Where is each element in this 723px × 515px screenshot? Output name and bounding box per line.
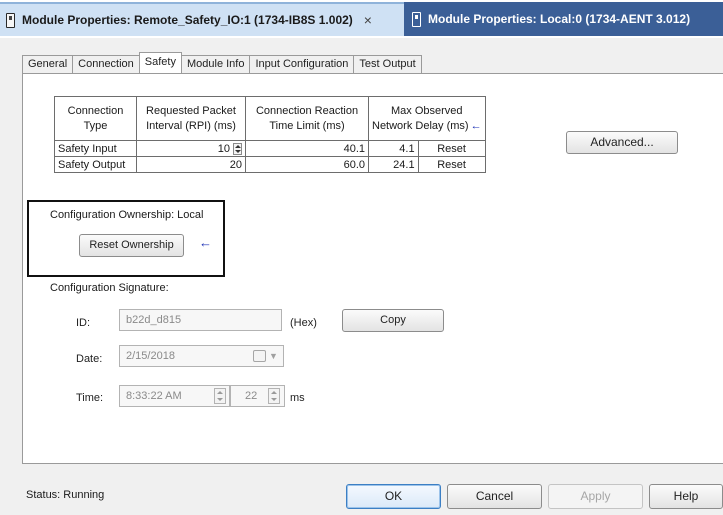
arrow-left-icon: ← (199, 235, 212, 250)
arrow-left-icon: ← (470, 119, 482, 132)
reset-delay-button[interactable]: Reset (417, 156, 486, 173)
row-delay: 24.1 (368, 156, 419, 173)
reset-delay-button[interactable]: Reset (417, 140, 486, 157)
document-tab-strip: Module Properties: Remote_Safety_IO:1 (1… (0, 0, 723, 38)
id-label: ID: (76, 317, 91, 329)
tab-general[interactable]: General (22, 55, 74, 73)
tab-test-output[interactable]: Test Output (353, 55, 422, 73)
configuration-ownership-label: Configuration Ownership: Local (50, 209, 204, 221)
header-max-observed-delay: Max Observed Network Delay (ms) ← (368, 96, 486, 141)
tab-connection[interactable]: Connection (72, 55, 140, 73)
table-row: Safety Output 20 60.0 24.1 Reset (54, 156, 486, 173)
row-crt: 40.1 (245, 140, 369, 157)
header-connection-type: Connection Type (54, 96, 137, 141)
chevron-down-icon: ▼ (269, 351, 278, 361)
spinner-icon (268, 388, 280, 404)
row-type: Safety Output (54, 156, 137, 173)
row-delay: 4.1 (368, 140, 419, 157)
tab-safety[interactable]: Safety (138, 52, 182, 73)
tab-input-configuration[interactable]: Input Configuration (249, 55, 355, 73)
row-crt: 60.0 (245, 156, 369, 173)
ms-label: ms (290, 392, 305, 404)
row-type: Safety Input (54, 140, 137, 157)
copy-button[interactable]: Copy (342, 309, 444, 332)
header-rpi: Requested Packet Interval (RPI) (ms) (136, 96, 246, 141)
rpi-input-cell[interactable]: 10 (136, 140, 246, 157)
ok-button[interactable]: OK (346, 484, 441, 509)
doc-tab-remote-safety-io[interactable]: Module Properties: Remote_Safety_IO:1 (1… (0, 2, 404, 36)
doc-tab-title: Module Properties: Remote_Safety_IO:1 (1… (22, 13, 353, 27)
header-connection-reaction-time: Connection Reaction Time Limit (ms) (245, 96, 369, 141)
status-text: Status: Running (26, 489, 105, 501)
property-tabs: General Connection Safety Module Info In… (22, 52, 422, 73)
table-header-row: Connection Type Requested Packet Interval … (54, 96, 486, 141)
spinner-icon[interactable] (233, 142, 242, 155)
signature-id-field: b22d_d815 (119, 309, 282, 331)
close-icon[interactable]: × (364, 12, 372, 28)
table-row: Safety Input 10 40.1 4.1 Reset (54, 140, 486, 157)
module-icon (6, 12, 15, 28)
calendar-icon (253, 350, 266, 362)
row-rpi: 20 (136, 156, 246, 173)
cancel-button[interactable]: Cancel (447, 484, 542, 509)
rpi-value: 10 (217, 142, 230, 155)
configuration-signature-label: Configuration Signature: (50, 282, 169, 294)
safety-connection-table: Connection Type Requested Packet Interval … (54, 96, 486, 173)
tab-module-info[interactable]: Module Info (180, 55, 251, 73)
apply-button[interactable]: Apply (548, 484, 643, 509)
reset-ownership-button[interactable]: Reset Ownership (79, 234, 184, 257)
advanced-button[interactable]: Advanced... (566, 131, 678, 154)
time-label: Time: (76, 392, 104, 404)
spinner-icon (214, 388, 226, 404)
ms-value: 22 (245, 390, 258, 402)
hex-label: (Hex) (290, 317, 317, 329)
module-icon (412, 11, 421, 27)
doc-tab-local-0[interactable]: Module Properties: Local:0 (1734-AENT 3.… (404, 2, 723, 36)
help-button[interactable]: Help (649, 484, 723, 509)
date-label: Date: (76, 353, 103, 365)
doc-tab-title: Module Properties: Local:0 (1734-AENT 3.… (428, 12, 691, 26)
